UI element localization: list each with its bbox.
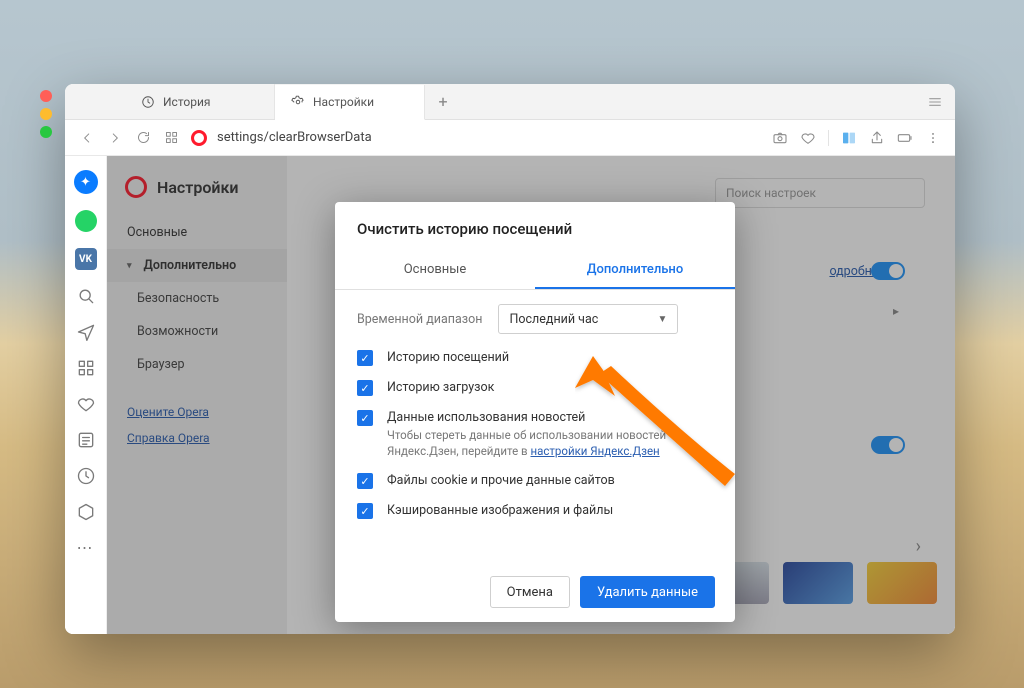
tab-label: Настройки xyxy=(313,95,374,109)
time-range-row: Временной диапазон Последний час ▼ xyxy=(357,304,713,334)
check-download-history[interactable]: ✓ Историю загрузок xyxy=(357,380,713,396)
more-rail-icon[interactable]: ⋯ xyxy=(77,538,95,557)
speed-dial-icon[interactable] xyxy=(163,130,179,146)
easy-setup-icon[interactable] xyxy=(915,84,955,119)
check-news-data[interactable]: ✓ Данные использования новостей Чтобы ст… xyxy=(357,410,713,459)
dialog-tab-basic[interactable]: Основные xyxy=(335,252,535,289)
check-browsing-history[interactable]: ✓ Историю посещений xyxy=(357,350,713,366)
news-icon[interactable] xyxy=(76,430,96,450)
url-text: settings/clearBrowserData xyxy=(217,130,372,145)
checkbox-icon: ✓ xyxy=(357,410,373,426)
checkbox-icon: ✓ xyxy=(357,503,373,519)
url-field[interactable]: settings/clearBrowserData xyxy=(191,130,760,146)
opera-badge-icon xyxy=(191,130,207,146)
gear-icon xyxy=(291,95,305,109)
heart-rail-icon[interactable] xyxy=(76,394,96,414)
checkbox-icon: ✓ xyxy=(357,380,373,396)
left-rail: ✦ VK ⋯ xyxy=(65,156,107,634)
mac-traffic-lights xyxy=(40,90,52,138)
clock-icon xyxy=(141,95,155,109)
checkbox-icon: ✓ xyxy=(357,473,373,489)
messenger-icon[interactable]: ✦ xyxy=(74,170,98,194)
tab-strip: История Настройки + xyxy=(65,84,955,120)
share-icon[interactable] xyxy=(869,130,885,146)
time-range-value: Последний час xyxy=(509,312,598,327)
tab-history[interactable]: История xyxy=(125,84,275,119)
check-cookies[interactable]: ✓ Файлы cookie и прочие данные сайтов xyxy=(357,473,713,489)
tab-label: История xyxy=(163,95,210,109)
checkbox-icon: ✓ xyxy=(357,350,373,366)
dialog-title: Очистить историю посещений xyxy=(357,220,713,238)
nav-back-icon[interactable] xyxy=(79,130,95,146)
reload-icon[interactable] xyxy=(135,130,151,146)
history-rail-icon[interactable] xyxy=(76,466,96,486)
speed-dial-rail-icon[interactable] xyxy=(76,358,96,378)
search-icon[interactable] xyxy=(76,286,96,306)
address-bar: settings/clearBrowserData xyxy=(65,120,955,156)
checkbox-list: ✓ Историю посещений ✓ Историю загрузок ✓… xyxy=(357,350,713,519)
zen-settings-link[interactable]: настройки Яндекс.Дзен xyxy=(530,444,659,458)
sidebar-ext-icon[interactable] xyxy=(841,130,857,146)
dialog-tabs: Основные Дополнительно xyxy=(335,252,735,290)
chevron-down-icon: ▼ xyxy=(658,314,668,325)
kebab-icon[interactable] xyxy=(925,130,941,146)
cancel-button[interactable]: Отмена xyxy=(490,576,570,608)
battery-icon[interactable] xyxy=(897,130,913,146)
browser-window: История Настройки + settings/clearBrowse… xyxy=(65,84,955,634)
tab-settings[interactable]: Настройки xyxy=(275,85,425,120)
time-range-select[interactable]: Последний час ▼ xyxy=(498,304,678,334)
new-tab-button[interactable]: + xyxy=(425,84,461,119)
extensions-icon[interactable] xyxy=(76,502,96,522)
clear-data-button[interactable]: Удалить данные xyxy=(580,576,715,608)
dialog-tab-advanced[interactable]: Дополнительно xyxy=(535,252,735,289)
time-range-label: Временной диапазон xyxy=(357,312,482,327)
flow-icon[interactable] xyxy=(76,322,96,342)
nav-forward-icon[interactable] xyxy=(107,130,123,146)
whatsapp-icon[interactable] xyxy=(75,210,97,232)
vk-icon[interactable]: VK xyxy=(75,248,97,270)
clear-data-dialog: Очистить историю посещений Основные Допо… xyxy=(335,202,735,622)
check-cache[interactable]: ✓ Кэшированные изображения и файлы xyxy=(357,503,713,519)
heart-icon[interactable] xyxy=(800,130,816,146)
snapshot-icon[interactable] xyxy=(772,130,788,146)
